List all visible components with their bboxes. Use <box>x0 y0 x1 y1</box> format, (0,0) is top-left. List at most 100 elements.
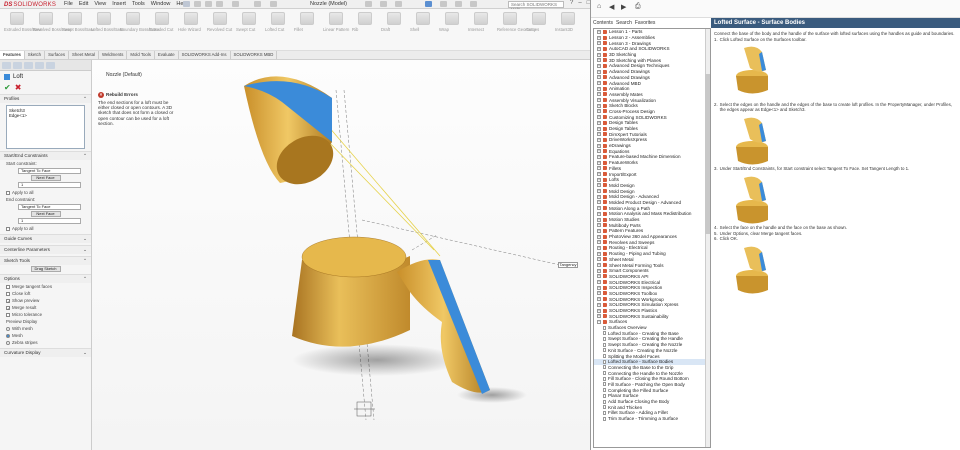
menu-window[interactable]: Window <box>151 1 171 7</box>
ribbon-tool-icon[interactable] <box>503 12 517 25</box>
checkbox[interactable] <box>6 190 10 195</box>
tab-sheet-metal[interactable]: Sheet Metal <box>69 51 99 59</box>
scene-icon[interactable] <box>470 1 477 7</box>
expand-icon[interactable]: + <box>597 29 601 34</box>
checkbox[interactable] <box>6 226 10 231</box>
expand-icon[interactable]: + <box>597 217 601 222</box>
tangent-length-field-2[interactable]: 1 <box>18 218 81 224</box>
options-icon[interactable] <box>270 1 277 7</box>
ok-button[interactable]: ✔ <box>4 83 11 92</box>
expand-icon[interactable]: + <box>597 126 601 131</box>
profiles-section[interactable]: Profiles ⌃ <box>0 94 91 103</box>
tab-surfaces[interactable]: Surfaces <box>45 51 70 59</box>
expand-icon[interactable]: + <box>597 302 601 307</box>
expand-icon[interactable]: + <box>597 257 601 262</box>
menu-edit[interactable]: Edit <box>79 1 88 7</box>
list-item[interactable]: Edge<1> <box>9 113 82 118</box>
guide-curves-section[interactable]: Guide Curves ⌄ <box>0 234 91 243</box>
start-constraint-select[interactable]: Tangent To Face <box>18 168 81 174</box>
help-tab-favorites[interactable]: Favorites <box>635 20 656 26</box>
ribbon-tool-icon[interactable] <box>532 12 546 25</box>
tangent-length-field[interactable]: 1 <box>18 182 81 188</box>
ribbon-tool-icon[interactable] <box>358 12 372 25</box>
expand-icon[interactable]: + <box>597 52 601 57</box>
undo-icon[interactable] <box>232 1 239 7</box>
expand-icon[interactable]: + <box>597 143 601 148</box>
solidworks-logo[interactable]: DS SOLIDWORKS <box>4 1 56 8</box>
expand-icon[interactable]: + <box>597 285 601 290</box>
expand-icon[interactable]: + <box>597 268 601 273</box>
tangency-callout[interactable]: Tangency <box>558 262 578 268</box>
drag-sketch-button[interactable]: Drag Sketch <box>30 266 61 272</box>
expand-icon[interactable]: + <box>597 58 601 63</box>
model-view[interactable] <box>92 60 590 450</box>
next-face-button[interactable]: Next Face <box>30 175 61 181</box>
print-icon[interactable]: ⎙ <box>635 3 641 11</box>
new-icon[interactable] <box>183 1 190 7</box>
feature-manager-tab-icon[interactable] <box>2 62 11 69</box>
expand-icon[interactable]: + <box>597 92 601 97</box>
save-icon[interactable] <box>205 1 212 7</box>
expand-icon[interactable]: + <box>597 98 601 103</box>
menu-file[interactable]: File <box>64 1 73 7</box>
property-manager-tab-icon[interactable] <box>13 62 22 69</box>
radio[interactable] <box>6 333 10 338</box>
open-icon[interactable] <box>194 1 201 7</box>
ribbon-tool-icon[interactable] <box>242 12 256 25</box>
home-icon[interactable]: ⌂ <box>597 3 601 10</box>
forward-icon[interactable]: ▶ <box>621 3 626 11</box>
tab-weldments[interactable]: Weldments <box>99 51 128 59</box>
expand-icon[interactable]: + <box>597 63 601 68</box>
expand-icon[interactable]: + <box>597 245 601 250</box>
expand-icon[interactable]: + <box>597 166 601 171</box>
checkbox[interactable] <box>6 291 10 296</box>
option-check[interactable]: ✓ Merge result <box>0 304 91 311</box>
ribbon-tool-icon[interactable] <box>416 12 430 25</box>
expand-icon[interactable]: + <box>597 291 601 296</box>
expand-icon[interactable]: + <box>597 149 601 154</box>
expand-icon[interactable]: + <box>597 69 601 74</box>
expand-icon[interactable]: + <box>597 274 601 279</box>
checkbox[interactable]: ✓ <box>6 298 10 303</box>
profiles-list[interactable]: Sketch3 Edge<1> <box>6 105 85 149</box>
next-face-button-2[interactable]: Next Face <box>30 211 61 217</box>
expand-icon[interactable]: + <box>597 115 601 120</box>
ribbon-tool-icon[interactable] <box>126 12 140 25</box>
minimize-button[interactable]: – <box>578 0 581 6</box>
preview-radio[interactable]: Mesh <box>0 332 91 339</box>
hide-show-icon[interactable] <box>440 1 447 7</box>
print-icon[interactable] <box>216 1 223 7</box>
apply-all-check[interactable]: Apply to all <box>0 189 91 196</box>
collapse-icon[interactable]: − <box>597 319 601 324</box>
ribbon-tool-icon[interactable] <box>68 12 82 25</box>
expand-icon[interactable]: + <box>597 160 601 165</box>
appearance-icon[interactable] <box>455 1 462 7</box>
apply-all-check-2[interactable]: Apply to all <box>0 225 91 232</box>
option-check[interactable]: ✓ Show preview <box>0 297 91 304</box>
radio[interactable] <box>6 340 10 345</box>
menu-insert[interactable]: Insert <box>112 1 126 7</box>
expand-icon[interactable]: + <box>597 120 601 125</box>
expand-icon[interactable]: + <box>597 314 601 319</box>
toc-subitem[interactable]: Trim Surface - Trimming a Surface <box>594 416 710 422</box>
tab-solidworks-mbd[interactable]: SOLIDWORKS MBD <box>231 51 278 59</box>
expand-icon[interactable]: + <box>597 81 601 86</box>
tab-evaluate[interactable]: Evaluate <box>155 51 179 59</box>
options-section[interactable]: Options ⌃ <box>0 274 91 283</box>
preview-radio[interactable]: Zebra stripes <box>0 339 91 346</box>
view-icon[interactable] <box>365 1 372 7</box>
display-style-icon[interactable] <box>425 1 432 7</box>
sketch-tools-section[interactable]: Sketch Tools ⌃ <box>0 256 91 265</box>
expand-icon[interactable]: + <box>597 223 601 228</box>
ribbon-tool-icon[interactable] <box>97 12 111 25</box>
ribbon-tool-icon[interactable] <box>271 12 285 25</box>
expand-icon[interactable]: + <box>597 103 601 108</box>
cancel-button[interactable]: ✖ <box>15 83 22 92</box>
expand-icon[interactable]: + <box>597 86 601 91</box>
ribbon-tool-icon[interactable] <box>300 12 314 25</box>
expand-icon[interactable]: + <box>597 177 601 182</box>
section-icon[interactable] <box>395 1 402 7</box>
dimxpert-tab-icon[interactable] <box>35 62 44 69</box>
base-body[interactable] <box>292 236 410 347</box>
configuration-manager-tab-icon[interactable] <box>24 62 33 69</box>
